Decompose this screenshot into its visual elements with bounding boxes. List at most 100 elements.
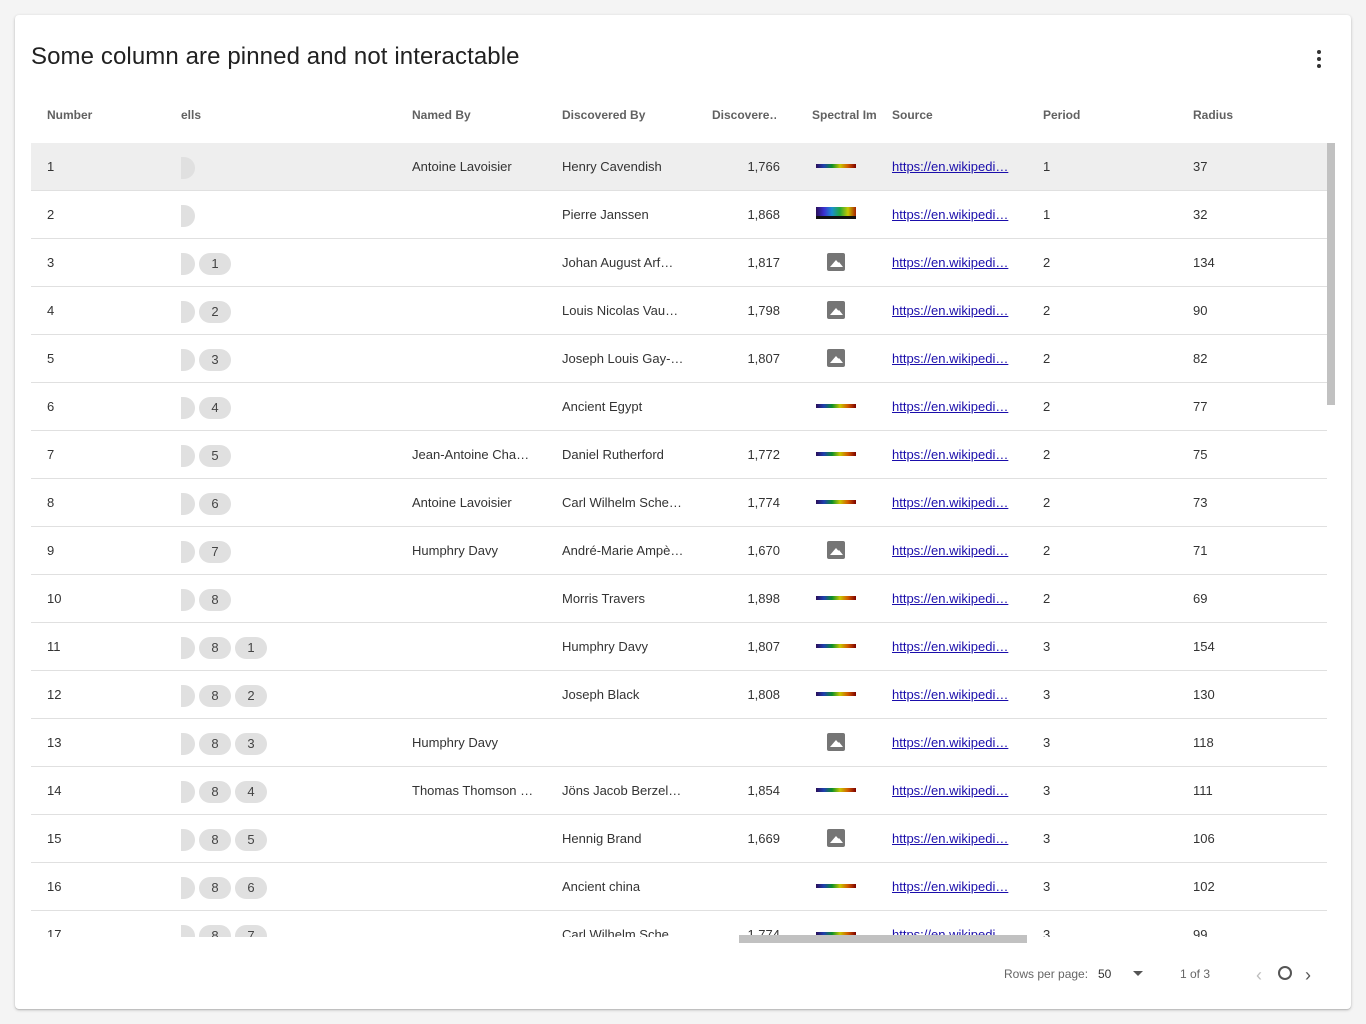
cell-discovered-year: 1,807 [747, 351, 780, 366]
cell-source-link[interactable]: https://en.wikipedi… [892, 479, 1012, 526]
more-vert-icon[interactable] [1307, 47, 1331, 71]
cell-named-by [412, 911, 536, 937]
table-row[interactable]: 3 1 Johan August Arf… 1,817 https://en.wikip… [31, 239, 1327, 287]
cell-source-link[interactable]: https://en.wikipedi… [892, 815, 1012, 862]
cell-source-link[interactable]: https://en.wikipedi… [892, 383, 1012, 430]
cell-period: 2 [1043, 543, 1051, 558]
column-header-shells[interactable]: ells [181, 95, 381, 143]
table-row[interactable]: 9 7 Humphry Davy André-Marie Ampè… 1,670 http… [31, 527, 1327, 575]
cell-source-link[interactable]: https://en.wikipedi… [892, 623, 1012, 670]
cell-named-by [412, 287, 536, 334]
cell-discovered-by: Hennig Brand [562, 831, 642, 846]
cell-source-link[interactable]: https://en.wikipedi… [892, 863, 1012, 910]
cell-source-link[interactable]: https://en.wikipedi… [892, 719, 1012, 766]
cell-number: 6 [47, 399, 55, 414]
chevron-down-icon[interactable] [1133, 971, 1143, 976]
cell-named-by [412, 815, 536, 862]
cell-number: 1 [47, 159, 55, 174]
column-header-named-by[interactable]: Named By [412, 95, 552, 143]
table-row[interactable]: 17 8 7 Carl Wilhelm Sche… 1,774 https://en.wi… [31, 911, 1327, 937]
cell-source-link[interactable]: https://en.wikipedi… [892, 143, 1012, 190]
shell-chip-truncated [181, 156, 195, 179]
page-title: Some column are pinned and not interacta… [31, 43, 520, 70]
cell-number: 5 [47, 351, 55, 366]
table-row[interactable]: 11 8 1 Humphry Davy 1,807 https://en.wikipedi… [31, 623, 1327, 671]
cell-source-link[interactable]: https://en.wikipedi… [892, 575, 1012, 622]
column-header-spectral-image[interactable]: Spectral Im [812, 95, 876, 143]
cell-source-link[interactable]: https://en.wikipedi… [892, 335, 1012, 382]
cell-named-by: Antoine Lavoisier [412, 495, 512, 510]
shell-chip: 8 [199, 588, 231, 611]
cell-radius: 37 [1193, 159, 1208, 174]
horizontal-scrollbar[interactable] [739, 935, 1027, 943]
vertical-scrollbar[interactable] [1327, 143, 1335, 405]
cell-source-link[interactable]: https://en.wikipedi… [892, 527, 1012, 574]
shell-chip: 6 [199, 492, 231, 515]
table-row[interactable]: 4 2 Louis Nicolas Vau… 1,798 https://en.wiki… [31, 287, 1327, 335]
cell-named-by [412, 671, 536, 718]
shell-chip: 2 [199, 300, 231, 323]
cell-discovered-year: 1,670 [747, 543, 780, 558]
image-icon [827, 253, 845, 271]
rows-per-page-label: Rows per page: [1004, 967, 1089, 981]
data-grid: Number ells Named By Discovered By Disco… [31, 95, 1336, 937]
column-header-radius[interactable]: Radius [1193, 95, 1323, 143]
cell-shells: 8 [181, 575, 401, 622]
previous-page-button[interactable]: ‹ [1256, 965, 1262, 986]
cell-discovered-year: 1,798 [747, 303, 780, 318]
cell-period: 2 [1043, 447, 1051, 462]
next-page-button[interactable]: › [1305, 965, 1311, 986]
cell-number: 9 [47, 543, 55, 558]
cell-discovered-year: 1,854 [747, 783, 780, 798]
table-row[interactable]: 1 Antoine Lavoisier Henry Cavendish 1,766 ht… [31, 143, 1327, 191]
table-row[interactable]: 10 8 Morris Travers 1,898 https://en.wikiped… [31, 575, 1327, 623]
table-row[interactable]: 13 8 3 Humphry Davy https://en.wikipedi… 3 118 [31, 719, 1327, 767]
cell-number: 13 [47, 735, 62, 750]
cell-source-link[interactable]: https://en.wikipedi… [892, 431, 1012, 478]
column-header-discovered-by[interactable]: Discovered By [562, 95, 702, 143]
cell-radius: 75 [1193, 447, 1208, 462]
column-header-number[interactable]: Number [47, 95, 167, 143]
cell-source-link[interactable]: https://en.wikipedi… [892, 911, 1012, 937]
table-row[interactable]: 12 8 2 Joseph Black 1,808 https://en.wikipedi… [31, 671, 1327, 719]
column-header-source[interactable]: Source [892, 95, 1022, 143]
cell-period: 2 [1043, 591, 1051, 606]
column-header-period[interactable]: Period [1043, 95, 1173, 143]
cell-number: 16 [47, 879, 62, 894]
table-row[interactable]: 16 8 6 Ancient china https://en.wikipedi… 3 10… [31, 863, 1327, 911]
table-row[interactable]: 8 6 Antoine Lavoisier Carl Wilhelm Sche… 1,7… [31, 479, 1327, 527]
cell-period: 3 [1043, 639, 1051, 654]
cell-named-by [412, 863, 536, 910]
table-row[interactable]: 5 3 Joseph Louis Gay-… 1,807 https://en.wiki… [31, 335, 1327, 383]
table-row[interactable]: 6 4 Ancient Egypt https://en.wikipedi… 2 77 [31, 383, 1327, 431]
cell-discovered-year: 1,898 [747, 591, 780, 606]
column-header-discovered-year[interactable]: Discovere… [712, 95, 776, 143]
cell-named-by [412, 239, 536, 286]
table-row[interactable]: 7 5 Jean-Antoine Cha… Daniel Rutherford 1,77… [31, 431, 1327, 479]
image-icon [827, 349, 845, 367]
table-row[interactable]: 14 8 4 Thomas Thomson … Jöns Jacob Berzel… 1,… [31, 767, 1327, 815]
reset-icon[interactable] [1278, 966, 1292, 980]
cell-shells: 82 [181, 671, 401, 718]
cell-named-by [412, 191, 536, 238]
shell-chip: 8 [199, 732, 231, 755]
cell-radius: 130 [1193, 687, 1215, 702]
image-icon [827, 733, 845, 751]
cell-radius: 32 [1193, 207, 1208, 222]
cell-discovered-year: 1,669 [747, 831, 780, 846]
spectral-image [816, 452, 856, 456]
shell-chip-truncated [181, 348, 195, 371]
table-row[interactable]: 2 Pierre Janssen 1,868 https://en.wikipedi…… [31, 191, 1327, 239]
table-row[interactable]: 15 8 5 Hennig Brand 1,669 https://en.wikipedi… [31, 815, 1327, 863]
cell-source-link[interactable]: https://en.wikipedi… [892, 287, 1012, 334]
cell-source-link[interactable]: https://en.wikipedi… [892, 671, 1012, 718]
rows-per-page-select[interactable]: 50 [1098, 967, 1111, 981]
cell-period: 2 [1043, 303, 1051, 318]
cell-radius: 111 [1193, 783, 1213, 798]
shell-chip: 8 [199, 828, 231, 851]
cell-source-link[interactable]: https://en.wikipedi… [892, 191, 1012, 238]
cell-named-by [412, 623, 536, 670]
cell-source-link[interactable]: https://en.wikipedi… [892, 767, 1012, 814]
cell-discovered-by: Daniel Rutherford [562, 447, 664, 462]
cell-source-link[interactable]: https://en.wikipedi… [892, 239, 1012, 286]
